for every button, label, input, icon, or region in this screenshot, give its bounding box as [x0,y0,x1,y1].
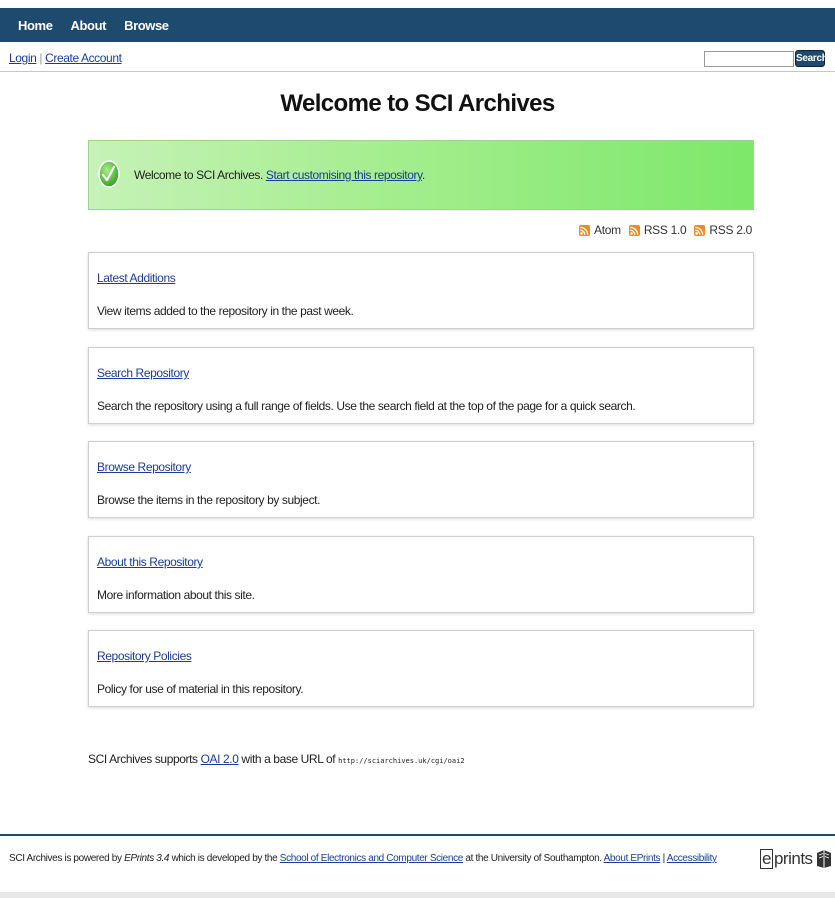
account-search-bar: Login | Create Account Search [0,45,835,72]
check-icon [98,160,120,188]
accessibility-link[interactable]: Accessibility [667,853,717,864]
card-about-repository: About this Repository More information a… [88,536,754,613]
search-button[interactable]: Search [795,50,828,67]
footer-separator: | [662,853,666,864]
footer: SCI Archives is powered by EPrints 3.4 w… [0,834,835,894]
about-repository-link[interactable]: About this Repository [97,555,203,569]
rss-icon [628,224,640,236]
oai-middle: with a base URL of [241,752,336,766]
footer-text-3: at the University of Southampton. [465,853,602,864]
software-name: EPrints 3.4 [124,853,170,864]
card-latest-additions: Latest Additions View items added to the… [88,252,754,329]
feed-label: RSS 1.0 [643,223,687,237]
account-links: Login | Create Account [9,51,122,65]
nav-home-link[interactable]: Home [18,18,53,33]
repository-policies-link[interactable]: Repository Policies [97,649,192,663]
rss1-feed-link[interactable]: RSS 1.0 [628,223,687,237]
feed-links: Atom RSS 1.0 RSS 2.0 [571,223,752,237]
card-description: More information about this site. [97,588,255,602]
card-description: Search the repository using a full range… [97,399,636,413]
oai-prefix: SCI Archives supports [88,752,198,766]
customise-link[interactable]: Start customising this repository [266,168,422,182]
create-account-link[interactable]: Create Account [45,51,122,65]
rss2-feed-link[interactable]: RSS 2.0 [694,223,752,237]
page-title: Welcome to SCI Archives [280,90,555,117]
oai-link[interactable]: OAI 2.0 [201,752,239,766]
bottom-strip [0,892,835,898]
welcome-suffix: . [421,168,425,182]
card-description: Browse the items in the repository by su… [97,493,321,507]
card-repository-policies: Repository Policies Policy for use of ma… [88,630,754,707]
welcome-text: Welcome to SCI Archives. Start customisi… [134,168,425,182]
books-icon [816,850,831,868]
logo-e-box: e [760,849,773,869]
nav-about-link[interactable]: About [71,18,107,33]
footer-text-1: SCI Archives is powered by [9,853,122,864]
search-input[interactable] [704,51,794,67]
feed-label: RSS 2.0 [709,223,752,237]
welcome-message-box: Welcome to SCI Archives. Start customisi… [88,140,754,210]
search-repository-link[interactable]: Search Repository [97,366,189,380]
card-browse-repository: Browse Repository Browse the items in th… [88,441,754,518]
card-description: View items added to the repository in th… [97,304,354,318]
school-link[interactable]: School of Electronics and Computer Scien… [280,853,464,864]
oai-info: SCI Archives supports OAI 2.0 with a bas… [88,752,465,766]
rss-icon [579,224,590,236]
about-eprints-link[interactable]: About EPrints [604,853,661,864]
link-separator: | [39,51,43,65]
nav-browse-link[interactable]: Browse [124,18,169,33]
login-link[interactable]: Login [9,51,37,65]
footer-text: SCI Archives is powered by EPrints 3.4 w… [9,853,717,864]
rss-icon [694,224,706,236]
welcome-label: Welcome to SCI Archives. [134,168,263,182]
logo-text: prints [773,849,813,868]
oai-base-url: http://sciarchives.uk/cgi/oai2 [338,757,465,765]
eprints-logo[interactable]: e prints [760,849,833,869]
top-navigation-bar: Home About Browse [0,8,835,42]
card-search-repository: Search Repository Search the repository … [88,347,754,424]
latest-additions-link[interactable]: Latest Additions [97,271,176,285]
browse-repository-link[interactable]: Browse Repository [97,460,191,474]
card-description: Policy for use of material in this repos… [97,682,304,696]
footer-text-2: which is developed by the [171,853,278,864]
atom-feed-link[interactable]: Atom [579,223,621,237]
feed-label: Atom [594,223,621,237]
